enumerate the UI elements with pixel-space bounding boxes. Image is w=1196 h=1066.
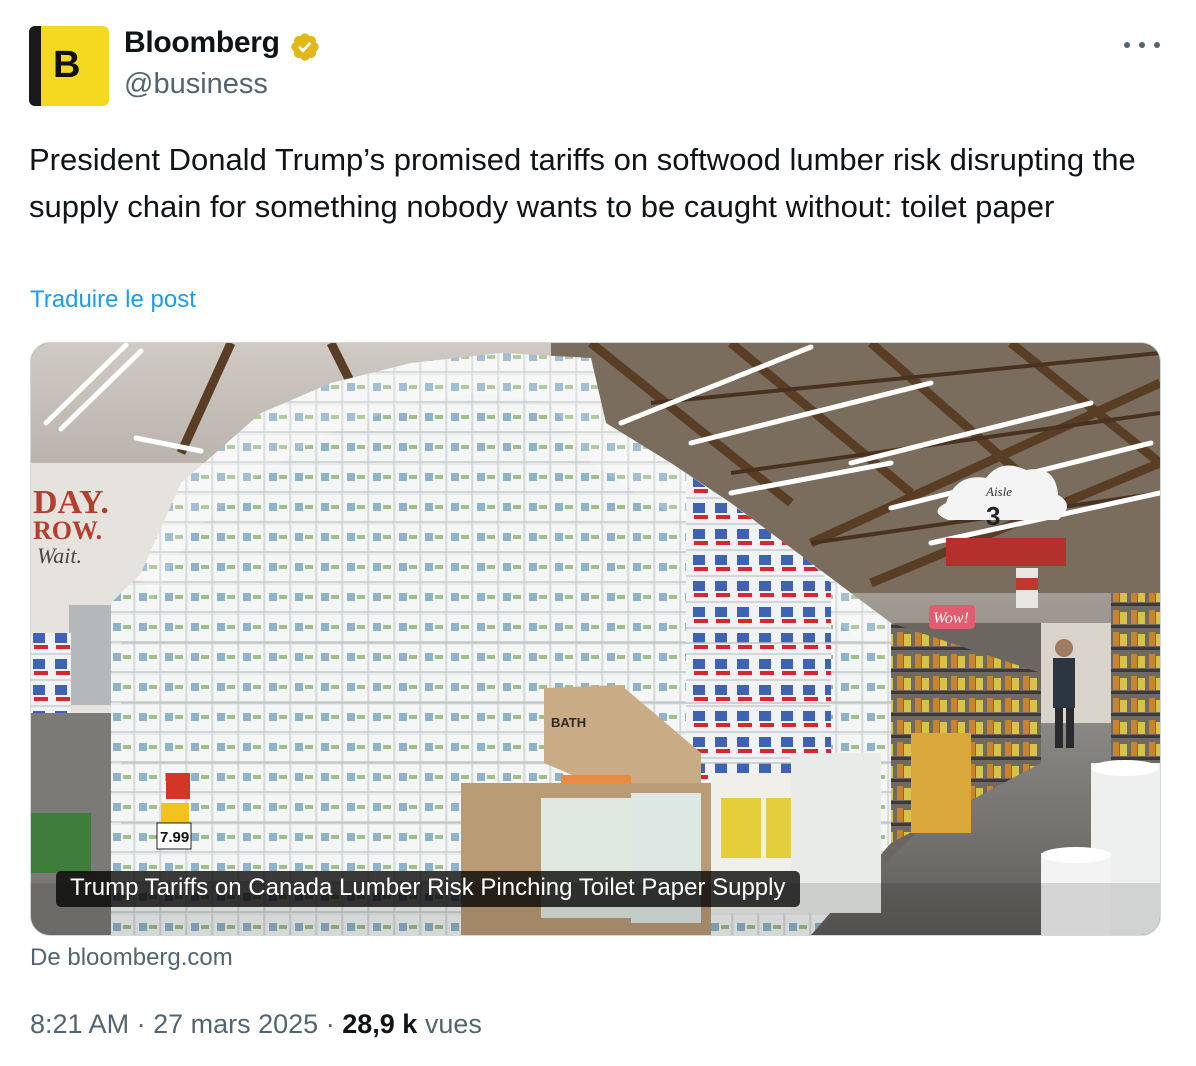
translate-post-link[interactable]: Traduire le post — [30, 286, 196, 314]
svg-text:BATH: BATH — [551, 715, 586, 730]
author-handle[interactable]: @business — [124, 68, 268, 101]
tweet-meta: 8:21 AM · 27 mars 2025 · 28,9 k vues — [30, 1009, 482, 1040]
avatar[interactable]: B — [29, 26, 109, 106]
tweet-time[interactable]: 8:21 AM — [30, 1009, 129, 1039]
avatar-stripe — [29, 26, 41, 106]
views-label: vues — [424, 1009, 482, 1039]
aisle-number: 3 — [986, 501, 1000, 531]
dot-icon — [1154, 42, 1160, 48]
avatar-letter: B — [53, 44, 81, 86]
wall-text-2: ROW. — [33, 516, 102, 545]
price-tag: 7.99 — [160, 829, 189, 846]
wow-sign: Wow! — [933, 610, 969, 627]
tweet-text: President Donald Trump’s promised tariff… — [29, 142, 1136, 224]
meta-separator: · — [325, 1009, 335, 1039]
link-card[interactable]: DAY. ROW. Wait. Aisle 3 Wow! BATH 7.99 — [30, 342, 1161, 936]
author-name[interactable]: Bloomberg — [124, 26, 280, 60]
card-image: DAY. ROW. Wait. Aisle 3 Wow! BATH 7.99 — [31, 343, 1160, 935]
aisle-word: Aisle — [985, 484, 1012, 499]
tweet-date[interactable]: 27 mars 2025 — [153, 1009, 318, 1039]
more-options-button[interactable] — [1124, 30, 1160, 60]
dot-icon — [1124, 42, 1130, 48]
views-count: 28,9 k — [342, 1009, 418, 1039]
verified-badge-icon — [291, 33, 319, 61]
wall-text-3: Wait. — [37, 543, 82, 568]
dot-icon — [1139, 42, 1145, 48]
meta-separator: · — [136, 1009, 146, 1039]
card-title: Trump Tariffs on Canada Lumber Risk Pinc… — [56, 871, 800, 907]
card-source[interactable]: De bloomberg.com — [30, 944, 233, 972]
